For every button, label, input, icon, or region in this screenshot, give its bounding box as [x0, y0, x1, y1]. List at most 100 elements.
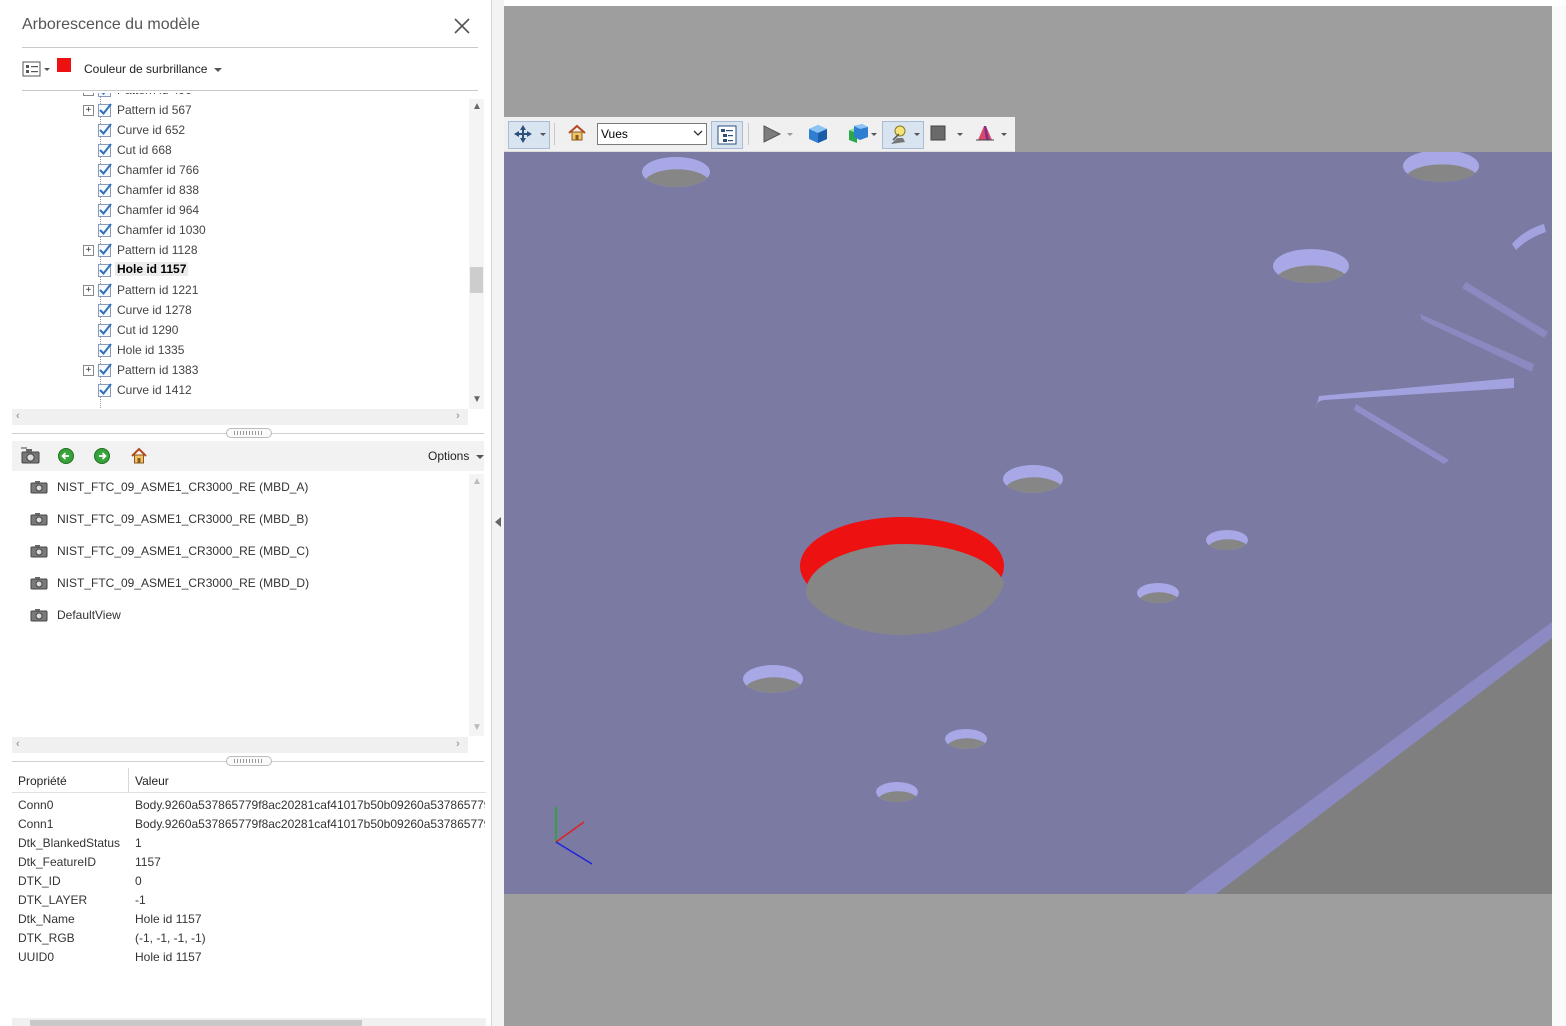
model-tree-toggle-button[interactable] — [711, 121, 743, 149]
splitter-grip-icon[interactable] — [226, 428, 272, 438]
tree-item[interactable]: Chamfer id 1030 — [12, 220, 468, 240]
close-icon[interactable] — [450, 14, 474, 38]
column-divider[interactable] — [128, 768, 129, 792]
visibility-checkbox[interactable] — [98, 263, 112, 277]
tree-item[interactable]: Chamfer id 964 — [12, 200, 468, 220]
property-row[interactable]: DTK_LAYER -1 — [12, 890, 486, 909]
scroll-left-icon[interactable]: ‹ — [16, 410, 20, 422]
property-row[interactable]: DTK_RGB (-1, -1, -1, -1) — [12, 928, 486, 947]
visibility-checkbox[interactable] — [98, 123, 112, 137]
views-vertical-scrollbar[interactable]: ▲ ▼ — [469, 474, 484, 736]
properties-horizontal-scrollbar[interactable] — [12, 1018, 486, 1026]
tree-item[interactable]: Cut id 1290 — [12, 320, 468, 340]
expand-icon[interactable]: + — [83, 245, 94, 256]
visibility-checkbox[interactable] — [98, 363, 112, 377]
previous-view-icon[interactable] — [56, 446, 78, 466]
tree-item[interactable]: + Pattern id 1221 — [12, 280, 468, 300]
property-value: Body.9260a537865779f8ac20281caf41017b50b… — [135, 817, 485, 831]
scroll-left-icon[interactable]: ‹ — [16, 738, 20, 750]
options-dropdown[interactable]: Options — [428, 449, 484, 463]
visibility-checkbox[interactable] — [98, 163, 112, 177]
highlight-color-swatch[interactable] — [57, 58, 71, 72]
tree-item[interactable]: Hole id 1335 — [12, 340, 468, 360]
splitter-grip-icon[interactable] — [226, 756, 272, 766]
property-row[interactable]: Conn1 Body.9260a537865779f8ac20281caf4101… — [12, 814, 486, 833]
scroll-thumb[interactable] — [30, 1020, 362, 1026]
render-mode-button[interactable] — [840, 122, 878, 146]
property-row[interactable]: Dtk_FeatureID 1157 — [12, 852, 486, 871]
property-value: Body.9260a537865779f8ac20281caf41017b50b… — [135, 798, 485, 812]
expand-icon[interactable]: + — [83, 365, 94, 376]
visibility-checkbox[interactable] — [98, 203, 112, 217]
tree-item[interactable]: + Pattern id 1128 — [12, 240, 468, 260]
visibility-checkbox[interactable] — [98, 243, 112, 257]
visibility-checkbox[interactable] — [98, 383, 112, 397]
tree-item[interactable]: + Pattern id 567 — [12, 100, 468, 120]
property-row[interactable]: Conn0 Body.9260a537865779f8ac20281caf4101… — [12, 795, 486, 814]
tree-item[interactable]: + Pattern id 1383 — [12, 360, 468, 380]
header-value[interactable]: Valeur — [135, 774, 169, 788]
home-view-icon[interactable] — [129, 446, 151, 466]
lighting-button[interactable] — [882, 121, 924, 149]
property-row[interactable]: DTK_ID 0 — [12, 871, 486, 890]
property-row[interactable]: UUID0 Hole id 1157 — [12, 947, 486, 966]
visibility-checkbox[interactable] — [98, 283, 112, 297]
home-view-button[interactable] — [566, 122, 588, 146]
tree-item[interactable]: Curve id 1278 — [12, 300, 468, 320]
scroll-down-icon[interactable]: ▼ — [472, 722, 482, 733]
visibility-checkbox[interactable] — [98, 103, 112, 117]
tree-item[interactable]: Chamfer id 766 — [12, 160, 468, 180]
property-row[interactable]: Dtk_Name Hole id 1157 — [12, 909, 486, 928]
visibility-checkbox[interactable] — [98, 223, 112, 237]
expand-icon[interactable]: + — [83, 105, 94, 116]
view-item[interactable]: DefaultView — [30, 604, 460, 626]
scroll-right-icon[interactable]: › — [456, 410, 460, 422]
tree-item[interactable]: Hole id 1157 — [12, 260, 468, 280]
view-item[interactable]: NIST_FTC_09_ASME1_CR3000_RE (MBD_D) — [30, 572, 460, 594]
background-color-button[interactable] — [928, 122, 966, 146]
scroll-right-icon[interactable]: › — [456, 738, 460, 750]
chevron-down-icon — [475, 454, 484, 459]
visibility-checkbox[interactable] — [98, 93, 111, 97]
tree-item[interactable]: Curve id 1412 — [12, 380, 468, 400]
header-property[interactable]: Propriété — [18, 774, 67, 788]
view-item[interactable]: NIST_FTC_09_ASME1_CR3000_RE (MBD_A) — [30, 476, 460, 498]
visibility-checkbox[interactable] — [98, 143, 112, 157]
views-horizontal-scrollbar[interactable]: ‹ › — [12, 737, 468, 753]
visibility-checkbox[interactable] — [98, 183, 112, 197]
camera-settings-icon[interactable] — [20, 446, 42, 466]
next-view-icon[interactable] — [92, 446, 114, 466]
tree-item[interactable]: Cut id 668 — [12, 140, 468, 160]
viewport-right-strip — [1552, 6, 1566, 1026]
views-select[interactable]: Vues — [597, 123, 707, 145]
scroll-thumb[interactable] — [470, 267, 483, 293]
view-item[interactable]: NIST_FTC_09_ASME1_CR3000_RE (MBD_C) — [30, 540, 460, 562]
highlight-color-dropdown[interactable]: Couleur de surbrillance — [84, 62, 222, 76]
3d-viewport[interactable]: Vues — [504, 6, 1552, 1026]
visibility-checkbox[interactable] — [98, 343, 112, 357]
collapse-left-icon[interactable] — [494, 516, 502, 528]
cross-section-button[interactable] — [972, 122, 1012, 146]
tree-item[interactable]: Chamfer id 838 — [12, 180, 468, 200]
3d-model-scene[interactable] — [504, 152, 1552, 894]
tree-horizontal-scrollbar[interactable]: ‹ › — [12, 409, 468, 425]
panel-collapse-handle[interactable] — [492, 0, 504, 1026]
expand-icon[interactable]: + — [83, 93, 94, 96]
expand-icon[interactable]: + — [83, 285, 94, 296]
tree-item[interactable]: + Pattern id 496 — [12, 93, 468, 100]
property-row[interactable]: Dtk_BlankedStatus 1 — [12, 833, 486, 852]
scroll-down-icon[interactable]: ▼ — [472, 394, 482, 405]
tree-item[interactable]: Curve id 652 — [12, 120, 468, 140]
divider — [22, 47, 478, 48]
tree-vertical-scrollbar[interactable]: ▲ ▼ — [469, 99, 484, 409]
scroll-up-icon[interactable]: ▲ — [472, 476, 482, 487]
tree-options-icon[interactable] — [22, 60, 54, 80]
scroll-up-icon[interactable]: ▲ — [472, 101, 482, 112]
rotate-tool-button[interactable] — [508, 121, 550, 149]
view-item[interactable]: NIST_FTC_09_ASME1_CR3000_RE (MBD_B) — [30, 508, 460, 530]
solid-render-button[interactable] — [806, 122, 830, 146]
visibility-checkbox[interactable] — [98, 303, 112, 317]
property-key: UUID0 — [18, 950, 55, 964]
visibility-checkbox[interactable] — [98, 323, 112, 337]
play-animation-button[interactable] — [760, 122, 796, 146]
